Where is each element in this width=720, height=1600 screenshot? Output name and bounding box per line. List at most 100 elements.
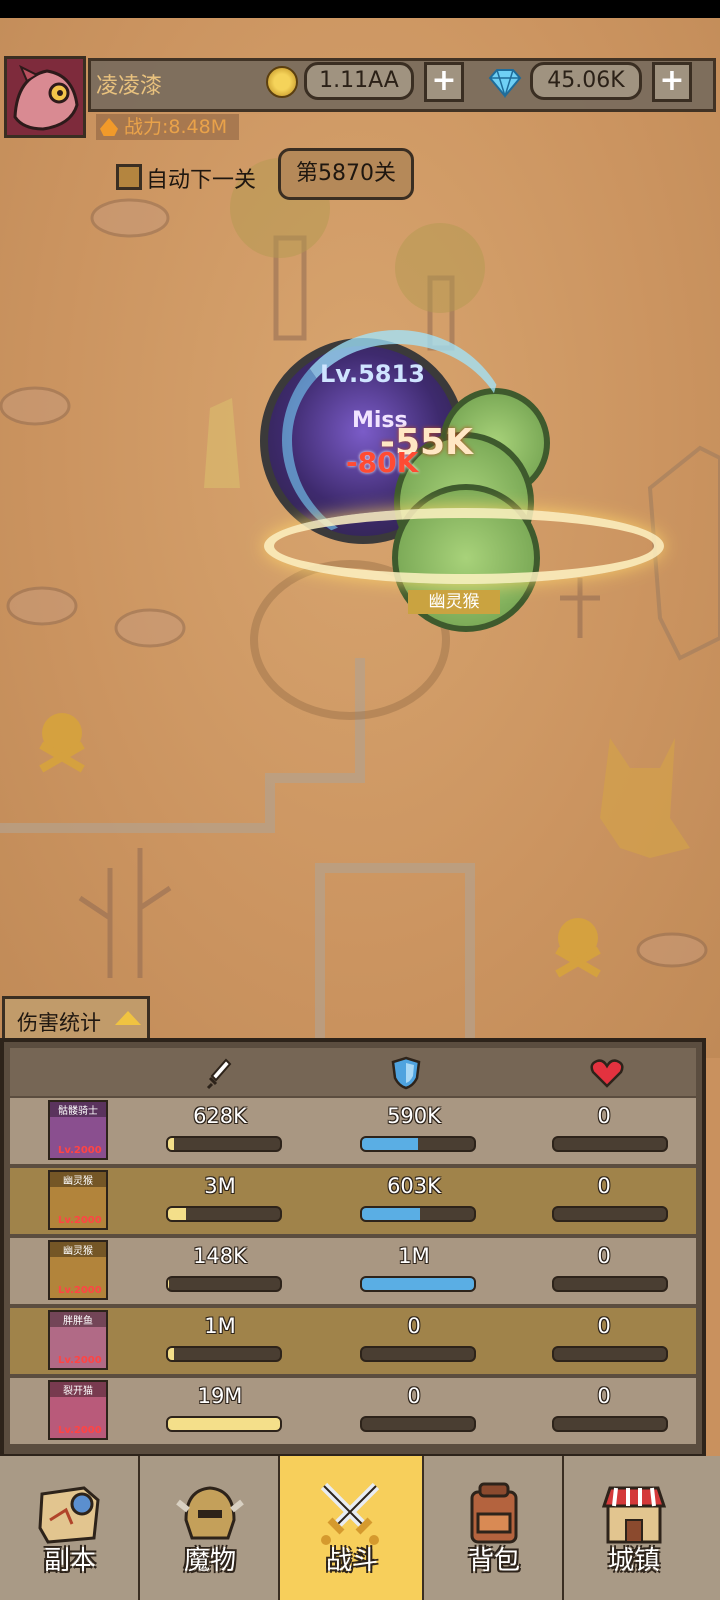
damage-stats-label: 伤害统计	[17, 1011, 101, 1035]
heart-icon	[590, 1059, 624, 1088]
damage-stats-panel: 骷髅骑士 Lv.2000 628K 590K 0 幽灵猴 Lv.2000 3M 603K 0 幽灵猴…	[0, 1038, 706, 1458]
unit-portrait[interactable]: 幽灵猴 Lv.2000	[48, 1240, 108, 1300]
attack-value: 148K	[193, 1244, 247, 1268]
nav-monsters[interactable]: 魔物	[140, 1456, 280, 1600]
auto-next-label[interactable]: 自动下一关	[146, 162, 256, 194]
combat-power-text: 战力:8.48M	[124, 116, 228, 138]
attack-value: 19M	[197, 1384, 243, 1408]
unit-name: 胖胖鱼	[50, 1312, 106, 1327]
nav-label: 战斗	[325, 1546, 378, 1576]
map-icon	[38, 1486, 100, 1544]
damage-stats-toggle[interactable]: 伤害统计	[2, 996, 150, 1038]
attack-value: 3M	[204, 1174, 236, 1198]
attack-bar-fill	[168, 1278, 170, 1290]
defense-value: 1M	[398, 1244, 430, 1268]
attack-bar	[166, 1416, 282, 1432]
unit-level: Lv.2000	[58, 1285, 102, 1296]
unit-level: Lv.2000	[58, 1425, 102, 1436]
unit-level: Lv.2000	[58, 1145, 102, 1156]
damage-stats-header	[10, 1048, 696, 1096]
nav-town[interactable]: 城镇	[564, 1456, 720, 1600]
heal-bar	[552, 1206, 668, 1222]
status-bar	[0, 0, 720, 18]
sword-icon	[206, 1058, 232, 1090]
attack-bar	[166, 1346, 282, 1362]
nav-label: 魔物	[183, 1546, 236, 1576]
crossed-swords-icon	[320, 1482, 380, 1545]
damage-row: 幽灵猴 Lv.2000 3M 603K 0	[10, 1168, 696, 1234]
gold-amount: 1.11AA	[304, 62, 414, 100]
collapse-arrow-icon	[115, 1011, 141, 1025]
power-icon	[100, 118, 118, 136]
nav-battle[interactable]: 战斗	[280, 1456, 424, 1600]
defense-bar	[360, 1276, 476, 1292]
nav-label: 背包	[467, 1546, 520, 1576]
town-icon	[601, 1486, 667, 1544]
diamond-icon	[488, 69, 522, 98]
damage-row: 幽灵猴 Lv.2000 148K 1M 0	[10, 1238, 696, 1304]
whirlwind-effect	[264, 508, 664, 584]
unit-level: Lv.2000	[58, 1215, 102, 1226]
enemy-level: Lv.5813	[320, 360, 425, 388]
attack-bar-fill	[168, 1418, 280, 1430]
defense-bar	[360, 1416, 476, 1432]
heal-bar	[552, 1346, 668, 1362]
damage-number-critical: -80K	[346, 446, 419, 479]
bottom-nav: 副本 魔物 战斗 背包 城镇	[0, 1456, 720, 1600]
heal-bar	[552, 1136, 668, 1152]
defense-value: 0	[407, 1314, 421, 1338]
player-avatar[interactable]	[4, 56, 86, 138]
defense-bar	[360, 1346, 476, 1362]
defense-bar	[360, 1136, 476, 1152]
heal-value: 0	[597, 1314, 611, 1338]
unit-name: 幽灵猴	[50, 1242, 106, 1257]
unit-level: Lv.2000	[58, 1355, 102, 1366]
defense-value: 603K	[387, 1174, 441, 1198]
attack-value: 628K	[193, 1104, 247, 1128]
player-header: 凌凌漆 1.11AA + 45.06K + 战力:8.48M	[0, 54, 720, 144]
combat-power: 战力:8.48M	[96, 114, 240, 140]
unit-portrait[interactable]: 骷髅骑士 Lv.2000	[48, 1100, 108, 1160]
nav-dungeon[interactable]: 副本	[0, 1456, 140, 1600]
unit-portrait[interactable]: 胖胖鱼 Lv.2000	[48, 1310, 108, 1370]
damage-row: 裂开猫 Lv.2000 19M 0 0	[10, 1378, 696, 1444]
unit-portrait[interactable]: 幽灵猴 Lv.2000	[48, 1170, 108, 1230]
unit-name: 裂开猫	[50, 1382, 106, 1397]
attack-bar-fill	[168, 1348, 174, 1360]
attack-bar	[166, 1276, 282, 1292]
ally-name: 幽灵猴	[408, 590, 500, 614]
unit-name: 幽灵猴	[50, 1172, 106, 1187]
nav-backpack[interactable]: 背包	[424, 1456, 564, 1600]
unit-name: 骷髅骑士	[50, 1102, 106, 1117]
heal-value: 0	[597, 1104, 611, 1128]
helmet-icon	[176, 1486, 244, 1540]
stage-number: 第5870关	[278, 148, 414, 200]
heal-value: 0	[597, 1384, 611, 1408]
damage-row: 胖胖鱼 Lv.2000 1M 0 0	[10, 1308, 696, 1374]
diamond-amount: 45.06K	[530, 62, 642, 100]
gold-coin-icon	[266, 66, 298, 98]
defense-bar-fill	[362, 1138, 418, 1150]
defense-value: 590K	[387, 1104, 441, 1128]
damage-row: 骷髅骑士 Lv.2000 628K 590K 0	[10, 1098, 696, 1164]
defense-value: 0	[407, 1384, 421, 1408]
nav-label: 城镇	[607, 1546, 660, 1576]
add-gold-button[interactable]: +	[424, 62, 464, 102]
attack-bar-fill	[168, 1138, 174, 1150]
heal-bar	[552, 1276, 668, 1292]
defense-bar-fill	[362, 1208, 421, 1220]
attack-bar-fill	[168, 1208, 186, 1220]
heal-value: 0	[597, 1174, 611, 1198]
nav-label: 副本	[43, 1546, 96, 1576]
heal-value: 0	[597, 1244, 611, 1268]
attack-bar	[166, 1136, 282, 1152]
unit-portrait[interactable]: 裂开猫 Lv.2000	[48, 1380, 108, 1440]
attack-value: 1M	[204, 1314, 236, 1338]
monster-avatar-icon	[7, 59, 83, 135]
add-diamond-button[interactable]: +	[652, 62, 692, 102]
attack-bar	[166, 1206, 282, 1222]
backpack-icon	[470, 1482, 518, 1544]
defense-bar-fill	[362, 1278, 474, 1290]
player-name: 凌凌漆	[96, 74, 163, 99]
auto-next-checkbox[interactable]	[116, 164, 142, 190]
